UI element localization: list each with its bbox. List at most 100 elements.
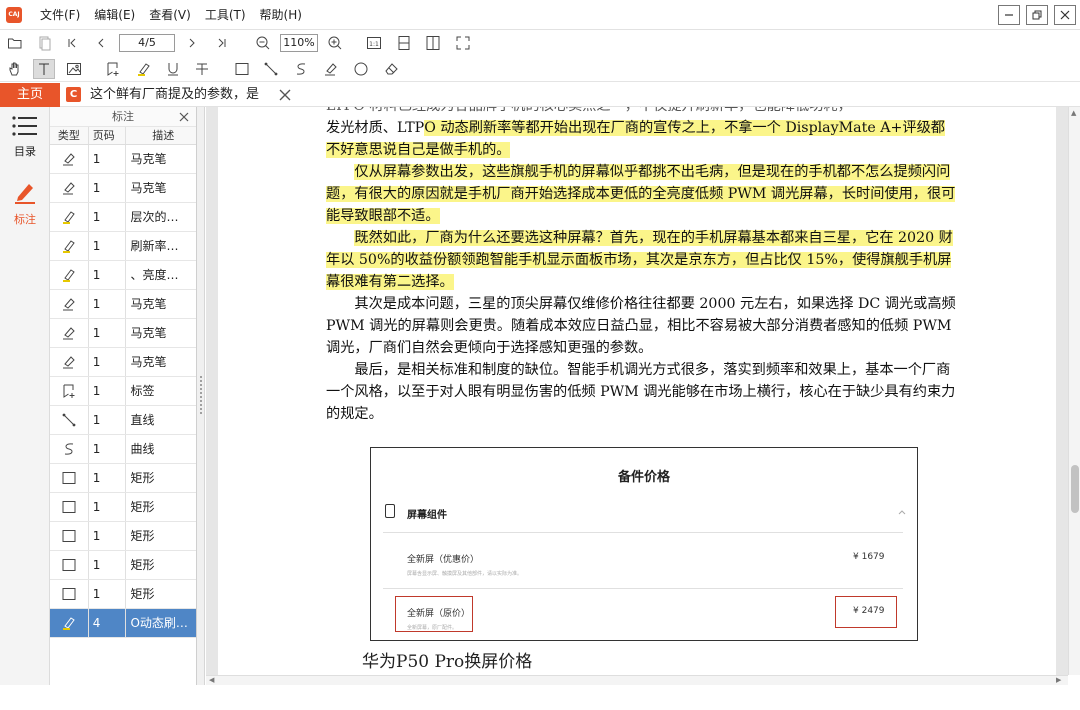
vertical-scroll-thumb[interactable] bbox=[1071, 465, 1079, 513]
actual-size-button[interactable]: 1:1 bbox=[363, 33, 385, 53]
paragraph-5: 最后，是相关标准和制度的缺位。智能手机调光方式很多，落实到频率和效果上，基本一个… bbox=[326, 362, 956, 422]
zoom-out-button[interactable] bbox=[252, 33, 274, 53]
tab-home[interactable]: 主页 bbox=[0, 83, 60, 107]
zoom-level-input[interactable]: 110% bbox=[280, 34, 318, 52]
highlighter-icon bbox=[62, 269, 75, 282]
highlight-1[interactable]: O 动态刷新率等都开始出现在厂商的宣传之上，不拿一个 DisplayMate A… bbox=[424, 120, 945, 136]
open-button[interactable] bbox=[4, 33, 26, 53]
annotation-row[interactable]: 1 矩形 bbox=[50, 580, 196, 609]
annotation-row[interactable]: 1 直线 bbox=[50, 406, 196, 435]
annotation-page-cell: 1 bbox=[89, 319, 127, 347]
annotation-type-cell bbox=[50, 348, 89, 376]
hand-tool-button[interactable] bbox=[4, 59, 26, 79]
annotation-row[interactable]: 1 马克笔 bbox=[50, 174, 196, 203]
restore-button[interactable] bbox=[1026, 5, 1048, 25]
scroll-up-icon[interactable]: ▲ bbox=[1071, 109, 1076, 117]
text-select-tool-button[interactable] bbox=[33, 59, 55, 79]
line-tool-button[interactable] bbox=[260, 59, 282, 79]
minimize-button[interactable] bbox=[998, 5, 1020, 25]
highlight-3[interactable]: 仅从屏幕参数出发，这些旗舰手机的屏幕似乎都挑不出毛病，但是现在的手机都不怎么提频… bbox=[326, 164, 956, 224]
annotation-row[interactable]: 1 马克笔 bbox=[50, 348, 196, 377]
sidebar-item-annotations[interactable]: 标注 bbox=[0, 177, 50, 227]
annotation-row[interactable]: 1 马克笔 bbox=[50, 145, 196, 174]
menu-file[interactable]: 文件(F) bbox=[40, 0, 80, 30]
document-page: LTPO 材料已经成为各品牌手机的核心卖点之一，不仅提升刷新率，也能降低功耗， … bbox=[218, 107, 1056, 675]
scroll-right-icon[interactable]: ▶ bbox=[1056, 676, 1061, 684]
sidebar-item-toc[interactable]: 目录 bbox=[0, 109, 50, 159]
highlight-2[interactable]: 不好意思说自己是做手机的。 bbox=[326, 142, 511, 158]
annotation-type-cell bbox=[50, 203, 89, 231]
panel-splitter[interactable] bbox=[197, 107, 205, 685]
document-icon: C bbox=[66, 87, 81, 102]
annotation-row[interactable]: 4 O动态刷… bbox=[50, 609, 196, 638]
menu-help[interactable]: 帮助(H) bbox=[260, 0, 302, 30]
ellipse-tool-button[interactable] bbox=[350, 59, 372, 79]
menu-edit[interactable]: 编辑(E) bbox=[94, 0, 135, 30]
curve-tool-button[interactable] bbox=[290, 59, 312, 79]
red-box-annotation[interactable] bbox=[835, 596, 897, 628]
annotation-description-cell: O动态刷… bbox=[130, 616, 188, 630]
horizontal-scrollbar[interactable]: ◀ ▶ bbox=[206, 675, 1068, 685]
eraser-tool-button[interactable] bbox=[380, 59, 402, 79]
fit-width-button[interactable] bbox=[393, 33, 415, 53]
menu-tools[interactable]: 工具(T) bbox=[205, 0, 246, 30]
menu-view[interactable]: 查看(V) bbox=[149, 0, 191, 30]
annotation-row[interactable]: 1 、亮度… bbox=[50, 261, 196, 290]
phone-icon bbox=[385, 504, 395, 518]
annotation-row[interactable]: 1 矩形 bbox=[50, 551, 196, 580]
highlight-tool-button[interactable] bbox=[133, 59, 155, 79]
annotation-row[interactable]: 1 马克笔 bbox=[50, 319, 196, 348]
annotation-page-cell: 1 bbox=[89, 261, 127, 289]
annotation-type-cell bbox=[50, 232, 89, 260]
highlight-4[interactable]: 既然如此，厂商为什么还要选这种屏幕？首先，现在的手机屏幕基本都来自三星，它在 2… bbox=[326, 230, 953, 290]
underline-icon bbox=[168, 63, 178, 76]
copy-button[interactable] bbox=[33, 33, 55, 53]
rectangle-icon bbox=[62, 559, 76, 571]
strikethrough-tool-button[interactable] bbox=[191, 59, 213, 79]
last-page-icon bbox=[218, 38, 226, 48]
red-box-annotation[interactable] bbox=[395, 596, 473, 632]
close-panel-icon[interactable] bbox=[178, 111, 190, 123]
close-window-button[interactable] bbox=[1054, 5, 1076, 25]
annotation-row[interactable]: 1 矩形 bbox=[50, 464, 196, 493]
annotation-row[interactable]: 1 标签 bbox=[50, 377, 196, 406]
column-type[interactable]: 类型 bbox=[50, 127, 89, 144]
prev-page-button[interactable] bbox=[90, 33, 112, 53]
annotation-row[interactable]: 1 刷新率… bbox=[50, 232, 196, 261]
scroll-left-icon[interactable]: ◀ bbox=[209, 676, 214, 684]
annotation-row[interactable]: 1 曲线 bbox=[50, 435, 196, 464]
close-tab-icon[interactable] bbox=[278, 88, 292, 102]
annotation-row[interactable]: 1 马克笔 bbox=[50, 290, 196, 319]
page-number-input[interactable]: 4/5 bbox=[119, 34, 175, 52]
document-viewer[interactable]: LTPO 材料已经成为各品牌手机的核心卖点之一，不仅提升刷新率，也能降低功耗， … bbox=[206, 107, 1068, 675]
annotation-row[interactable]: 1 矩形 bbox=[50, 522, 196, 551]
column-description[interactable]: 描述 bbox=[126, 127, 196, 144]
next-page-button[interactable] bbox=[181, 33, 203, 53]
annotation-type-cell bbox=[50, 580, 89, 608]
underline-tool-button[interactable] bbox=[162, 59, 184, 79]
bookmark-tool-button[interactable] bbox=[102, 59, 124, 79]
rectangle-tool-button[interactable] bbox=[231, 59, 253, 79]
chevron-up-icon bbox=[898, 510, 906, 515]
fit-page-button[interactable] bbox=[422, 33, 444, 53]
title-bar: CAJ 文件(F) 编辑(E) 查看(V) 工具(T) 帮助(H) bbox=[0, 0, 1080, 30]
fullscreen-button[interactable] bbox=[452, 33, 474, 53]
annotation-list: 1 马克笔 1 马克笔 1 层次的… 1 刷新率… 1 、亮度… 1 马克笔 1 马克笔 1 马克笔 1 标签 1 直… bbox=[50, 145, 196, 638]
annotation-row[interactable]: 1 层次的… bbox=[50, 203, 196, 232]
zoom-in-button[interactable] bbox=[324, 33, 346, 53]
line-icon bbox=[264, 62, 278, 76]
figure-caption: 华为P50 Pro换屏价格 bbox=[362, 652, 533, 672]
first-page-button[interactable] bbox=[61, 33, 83, 53]
fit-page-icon bbox=[426, 36, 440, 50]
annotation-type-cell bbox=[50, 464, 89, 492]
tab-document[interactable]: C 这个鲜有厂商提及的参数，是 bbox=[60, 83, 300, 107]
last-page-button[interactable] bbox=[211, 33, 233, 53]
annotation-description-cell: 马克笔 bbox=[130, 326, 167, 340]
annotation-page-cell: 1 bbox=[89, 174, 127, 202]
marker-tool-button[interactable] bbox=[320, 59, 342, 79]
column-page[interactable]: 页码 bbox=[89, 127, 127, 144]
annotation-row[interactable]: 1 矩形 bbox=[50, 493, 196, 522]
annotation-panel-header: 标注 bbox=[50, 107, 196, 127]
vertical-scrollbar[interactable]: ▲ bbox=[1068, 107, 1080, 675]
image-select-tool-button[interactable] bbox=[63, 59, 85, 79]
